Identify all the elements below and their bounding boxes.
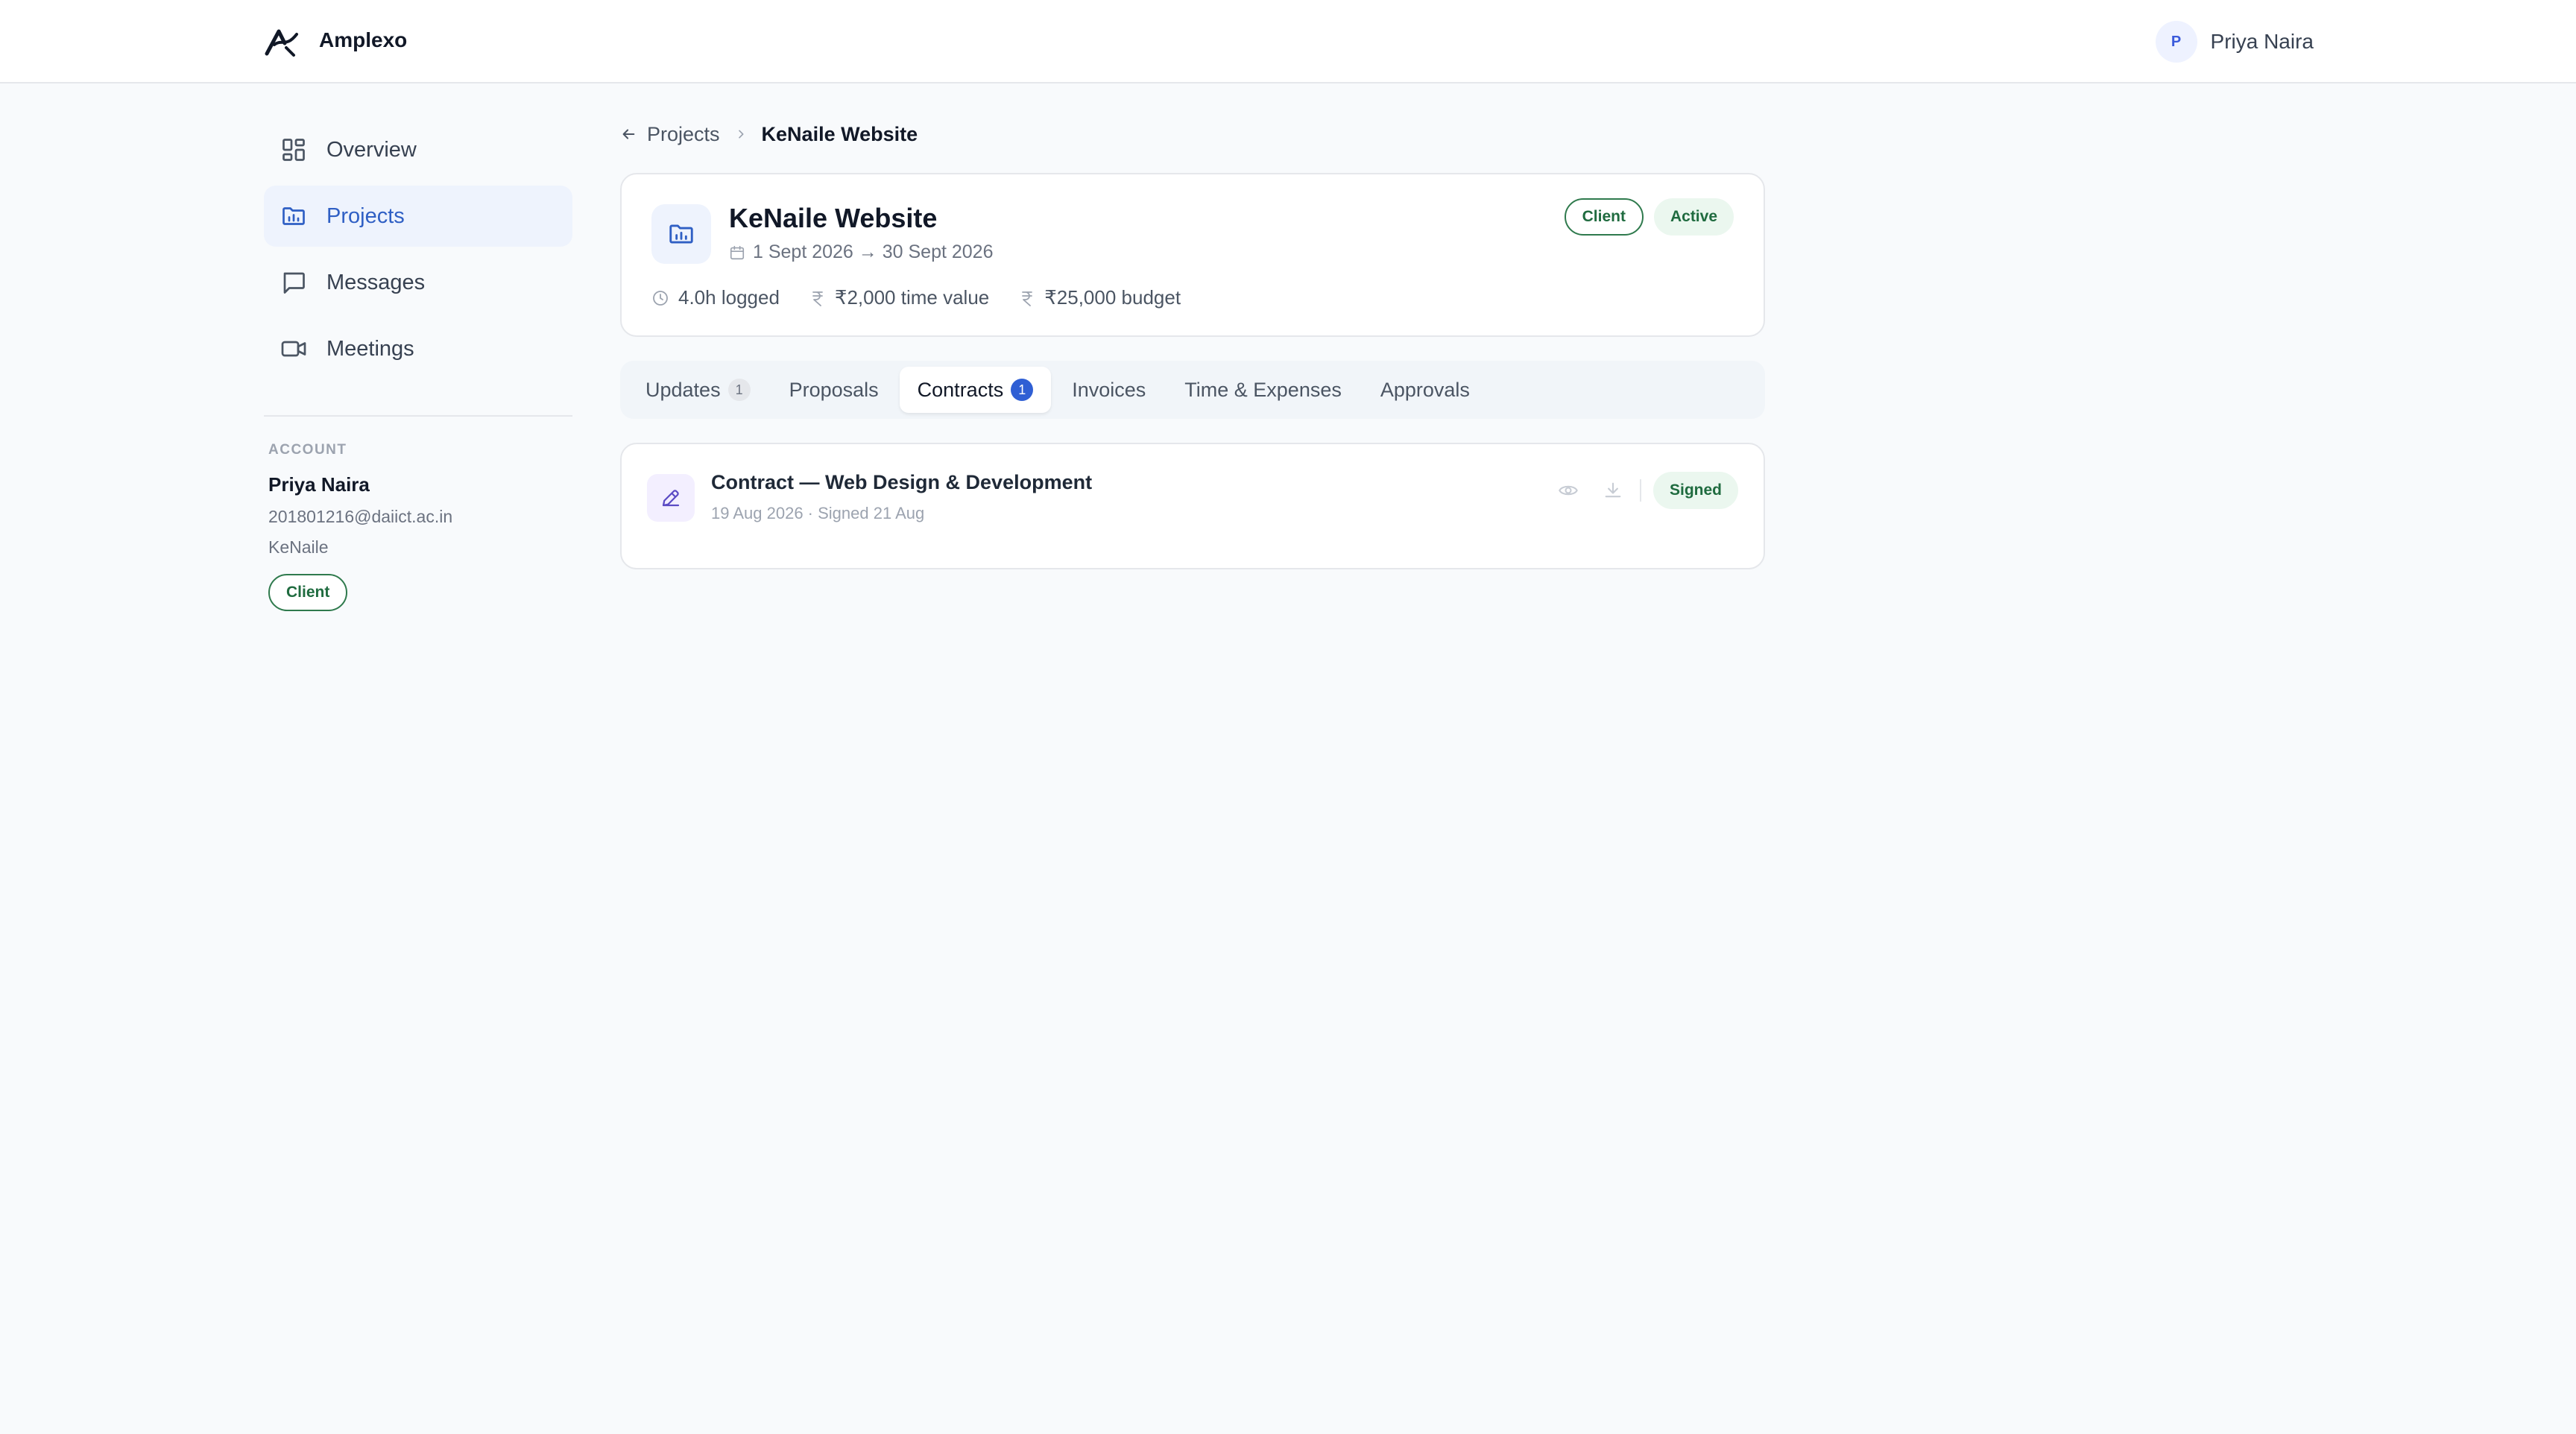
- tab-label: Proposals: [789, 378, 879, 401]
- download-icon: [1603, 480, 1623, 501]
- tab-label: Invoices: [1072, 378, 1146, 401]
- tab-label: Updates: [645, 378, 721, 401]
- contract-meta: 19 Aug 2026 · Signed 21 Aug: [711, 504, 925, 522]
- project-date-range: 1 Sept 2026 → 30 Sept 2026: [753, 241, 994, 262]
- contract-actions: Signed: [1541, 472, 1738, 509]
- breadcrumb-back-link[interactable]: Projects: [620, 123, 720, 146]
- sidebar-divider: [264, 415, 572, 417]
- tab-proposals[interactable]: Proposals: [771, 367, 897, 413]
- tab-updates[interactable]: Updates 1: [628, 367, 768, 413]
- tab-time-expenses[interactable]: Time & Expenses: [1167, 367, 1360, 413]
- project-header-card: KeNaile Website 1 Sept 2026 → 30 Sept 20…: [620, 173, 1765, 337]
- message-icon: [280, 269, 307, 296]
- stat-time-value: ₹2,000 time value: [809, 286, 989, 309]
- project-badges: Client Active: [1564, 198, 1734, 236]
- account-role-badge: Client: [268, 574, 348, 611]
- project-stats: 4.0h logged ₹2,000 time value ₹25,000 bu…: [651, 286, 1210, 309]
- tab-label: Contracts: [917, 378, 1004, 401]
- download-contract-button[interactable]: [1595, 473, 1631, 508]
- account-name: Priya Naira: [268, 473, 370, 496]
- contract-card[interactable]: Contract — Web Design & Development 19 A…: [620, 443, 1765, 569]
- avatar: P: [2155, 21, 2197, 63]
- account-section: ACCOUNT Priya Naira 201801216@daiict.ac.…: [264, 442, 572, 611]
- view-contract-button[interactable]: [1550, 473, 1586, 508]
- stat-budget-text: ₹25,000 budget: [1044, 286, 1181, 309]
- clock-icon: [651, 289, 678, 307]
- arrow-left-icon: [620, 126, 647, 142]
- calendar-icon: [729, 244, 753, 261]
- stat-budget: ₹25,000 budget: [1019, 286, 1181, 309]
- sidebar: Overview Projects Messages Meetings ACCO…: [264, 119, 572, 611]
- project-folder-icon: [651, 204, 711, 264]
- top-bar: Amplexo P Priya Naira: [0, 0, 2576, 83]
- user-menu[interactable]: P Priya Naira: [2155, 21, 2314, 63]
- stat-logged: 4.0h logged: [651, 286, 780, 309]
- tab-approvals[interactable]: Approvals: [1363, 367, 1488, 413]
- project-tabs: Updates 1 Proposals Contracts 1 Invoices…: [620, 361, 1765, 419]
- status-badge: Active: [1653, 198, 1734, 236]
- eye-icon: [1558, 480, 1579, 501]
- breadcrumb-current: KeNaile Website: [761, 122, 918, 145]
- tab-invoices[interactable]: Invoices: [1054, 367, 1164, 413]
- rupee-icon: [809, 289, 835, 307]
- tab-label: Approvals: [1380, 378, 1470, 401]
- sidebar-item-meetings[interactable]: Meetings: [264, 318, 572, 379]
- amplexo-logo-icon[interactable]: [264, 25, 300, 58]
- divider: [1639, 479, 1641, 502]
- tab-count-badge: 1: [727, 379, 751, 401]
- pen-icon: [647, 474, 695, 522]
- folder-chart-icon: [280, 203, 307, 230]
- stat-time-value-text: ₹2,000 time value: [834, 286, 990, 309]
- breadcrumb: Projects KeNaile Website: [620, 122, 918, 146]
- sidebar-item-label: Projects: [326, 203, 405, 228]
- sidebar-item-overview[interactable]: Overview: [264, 119, 572, 180]
- account-email: 201801216@daiict.ac.in: [268, 507, 453, 526]
- contract-title[interactable]: Contract — Web Design & Development: [711, 471, 1092, 494]
- video-icon: [280, 335, 307, 362]
- tab-contracts[interactable]: Contracts 1: [899, 367, 1052, 413]
- project-title: KeNaile Website: [729, 203, 938, 233]
- chevron-right-icon: [735, 128, 747, 140]
- breadcrumb-parent: Projects: [647, 122, 720, 145]
- account-organization: KeNaile: [268, 537, 329, 557]
- sidebar-item-label: Overview: [326, 137, 417, 162]
- account-heading: ACCOUNT: [268, 442, 347, 458]
- sidebar-item-projects[interactable]: Projects: [264, 186, 572, 247]
- tab-label: Time & Expenses: [1184, 378, 1342, 401]
- tab-count-badge: 1: [1011, 379, 1034, 401]
- sidebar-item-messages[interactable]: Messages: [264, 252, 572, 313]
- grid-icon: [280, 136, 307, 163]
- rupee-icon: [1019, 289, 1044, 307]
- brand-name[interactable]: Amplexo: [319, 28, 407, 52]
- user-name: Priya Naira: [2210, 30, 2314, 53]
- role-badge: Client: [1564, 198, 1644, 236]
- sidebar-item-label: Messages: [326, 270, 426, 294]
- stat-logged-value: 4.0h logged: [678, 286, 780, 309]
- project-dates: 1 Sept 2026 → 30 Sept 2026: [729, 241, 993, 263]
- contract-status-badge: Signed: [1652, 472, 1738, 509]
- sidebar-item-label: Meetings: [326, 336, 414, 361]
